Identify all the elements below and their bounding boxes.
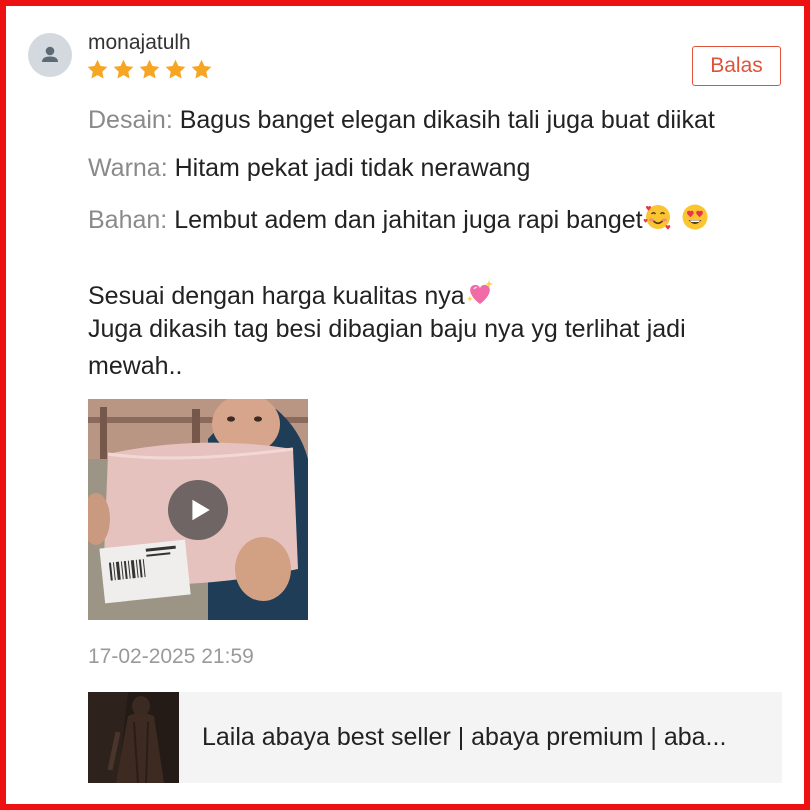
attribute-value: Lembut adem dan jahitan juga rapi banget [167,206,643,234]
star-icon [87,59,108,79]
attribute-label: Warna: [88,154,168,182]
review-text-line: Juga dikasih tag besi dibagian baju nya … [88,315,686,343]
product-image [88,692,179,783]
review-timestamp: 17-02-2025 21:59 [88,645,254,668]
star-icon [165,59,186,79]
product-card[interactable]: Laila abaya best seller | abaya premium … [88,692,782,783]
attribute-value: Hitam pekat jadi tidak nerawang [167,154,531,182]
star-icon [191,59,212,79]
attribute-color: Warna: Hitam pekat jadi tidak nerawang [88,154,530,183]
review-video-thumbnail[interactable] [88,399,308,620]
heart-eyes-icon [682,204,708,230]
product-title: Laila abaya best seller | abaya premium … [202,723,727,751]
play-button[interactable] [168,480,228,540]
star-icon [113,59,134,79]
product-thumbnail [88,692,179,783]
smiling-face-with-hearts-icon [643,205,670,230]
reply-button[interactable]: Balas [692,46,781,86]
review-text-line: Sesuai dengan harga kualitas nya [88,278,495,311]
avatar[interactable] [28,33,72,77]
play-icon [192,499,210,521]
attribute-value: Bagus banget elegan dikasih tali juga bu… [172,106,715,134]
user-icon [42,46,58,62]
review-text-line: mewah.. [88,352,183,380]
attribute-material: Bahan: Lembut adem dan jahitan juga rapi… [88,202,710,235]
star-icon [139,59,160,79]
attribute-design: Desain: Bagus banget elegan dikasih tali… [88,106,715,135]
star-rating [86,58,213,81]
sparkling-heart-icon [466,280,493,304]
attribute-label: Desain: [88,106,173,134]
username: monajatulh [88,31,191,54]
attribute-label: Bahan: [88,206,168,234]
